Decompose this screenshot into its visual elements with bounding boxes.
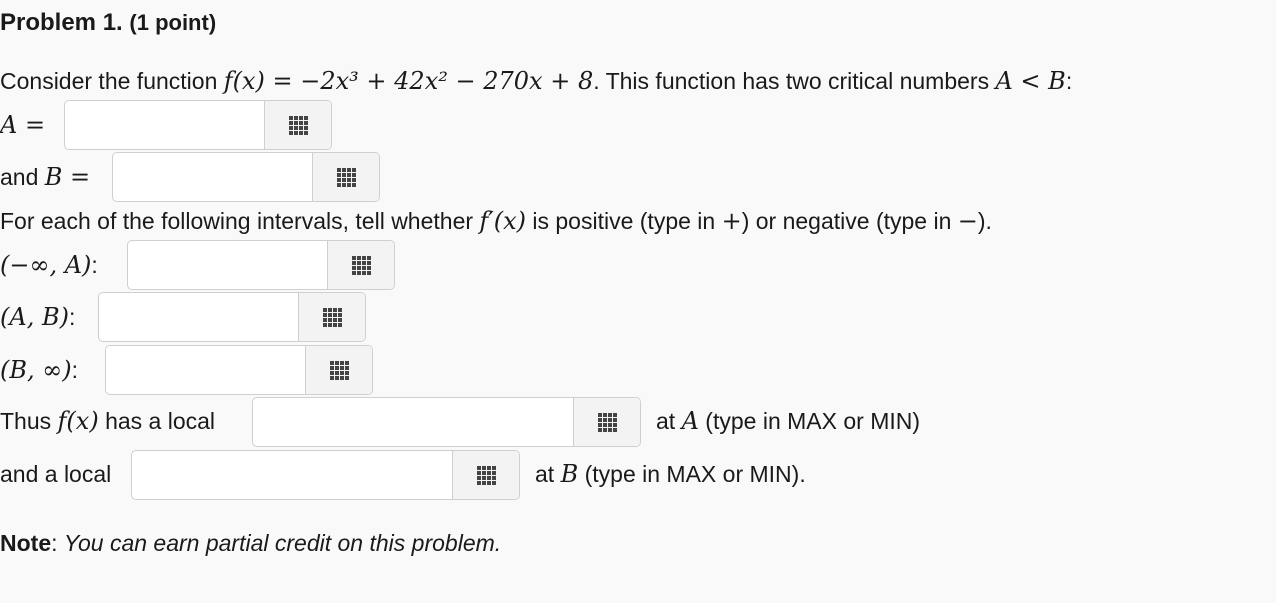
answer-b-input[interactable]	[112, 152, 380, 202]
local-1-var: A	[681, 407, 699, 435]
local-2-after: at	[535, 461, 561, 487]
keyboard-grid-icon	[476, 465, 496, 485]
interval-1-label: (−∞, A):	[0, 250, 98, 280]
local-a-input[interactable]	[252, 397, 641, 447]
interval-colon: :	[68, 304, 76, 330]
function-expression: f(x) = −2x³ + 42x² − 270x + 8	[223, 67, 594, 95]
answer-b-palette-button[interactable]	[312, 153, 379, 201]
problem-statement: Consider the function f(x) = −2x³ + 42x²…	[0, 66, 1072, 96]
local-b-palette-button[interactable]	[452, 451, 519, 499]
local-b-input[interactable]	[131, 450, 520, 500]
note-text: You can earn partial credit on this prob…	[63, 530, 502, 556]
local-1-hint-text: (type in MAX or MIN)	[698, 408, 921, 434]
local-2-var: B	[560, 460, 579, 488]
b-label-math: B =	[44, 163, 91, 191]
note: Note: You can earn partial credit on thi…	[0, 528, 501, 558]
statement-suffix: . This function has two critical numbers	[593, 68, 996, 94]
keyboard-grid-icon	[597, 412, 617, 432]
minus-symbol: −	[957, 207, 978, 235]
interval-2-palette-button[interactable]	[298, 293, 365, 341]
intervals-prompt: For each of the following intervals, tel…	[0, 206, 992, 236]
interval-2-input[interactable]	[98, 292, 366, 342]
local-2-prefix: and a local	[0, 461, 112, 487]
statement-colon: :	[1065, 68, 1073, 94]
answer-a-palette-button[interactable]	[264, 101, 331, 149]
statement-prefix: Consider the function	[0, 68, 224, 94]
plus-symbol: +	[721, 207, 742, 235]
local-1-mid: has a local	[98, 408, 216, 434]
interval-3-palette-button[interactable]	[305, 346, 372, 394]
local-1-after: at	[656, 408, 682, 434]
local-1-label: Thus f(x) has a local	[0, 406, 215, 436]
intervals-middle2: ) or negative (type in	[741, 208, 958, 234]
note-colon: :	[51, 530, 64, 556]
a-label-math: A =	[0, 111, 46, 139]
intervals-middle: is positive (type in	[526, 208, 722, 234]
intervals-end: ).	[977, 208, 992, 234]
interval-2-math: (A, B)	[0, 303, 69, 331]
answer-a-input[interactable]	[64, 100, 332, 150]
interval-1-math: (−∞, A)	[0, 251, 92, 279]
keyboard-grid-icon	[329, 360, 349, 380]
interval-3-math: (B, ∞)	[0, 356, 72, 384]
local-1-hint: at A (type in MAX or MIN)	[656, 406, 920, 436]
problem-points: (1 point)	[129, 10, 217, 35]
problem-number: Problem 1.	[0, 9, 123, 36]
a-label: A =	[0, 110, 45, 140]
interval-colon: :	[91, 252, 98, 278]
local-2-label: and a local	[0, 459, 111, 489]
keyboard-grid-icon	[336, 167, 356, 187]
interval-3-input[interactable]	[105, 345, 373, 395]
function-symbol: f(x)	[57, 407, 99, 435]
local-2-hint: at B (type in MAX or MIN).	[535, 459, 806, 489]
derivative-symbol: f′(x)	[479, 207, 526, 235]
b-label: and B =	[0, 162, 90, 192]
local-1-prefix: Thus	[0, 408, 58, 434]
intervals-prefix: For each of the following intervals, tel…	[0, 208, 480, 234]
interval-1-palette-button[interactable]	[327, 241, 394, 289]
interval-1-input[interactable]	[127, 240, 395, 290]
keyboard-grid-icon	[288, 115, 308, 135]
local-2-hint-text: (type in MAX or MIN).	[578, 461, 806, 487]
local-a-palette-button[interactable]	[573, 398, 640, 446]
interval-3-label: (B, ∞):	[0, 355, 78, 385]
b-label-text: and	[0, 164, 45, 190]
keyboard-grid-icon	[351, 255, 371, 275]
note-label: Note	[0, 530, 52, 556]
critical-relation: A < B	[995, 67, 1066, 95]
interval-2-label: (A, B):	[0, 302, 75, 332]
interval-colon: :	[71, 357, 79, 383]
keyboard-grid-icon	[322, 307, 342, 327]
problem-title: Problem 1. (1 point)	[0, 8, 216, 38]
